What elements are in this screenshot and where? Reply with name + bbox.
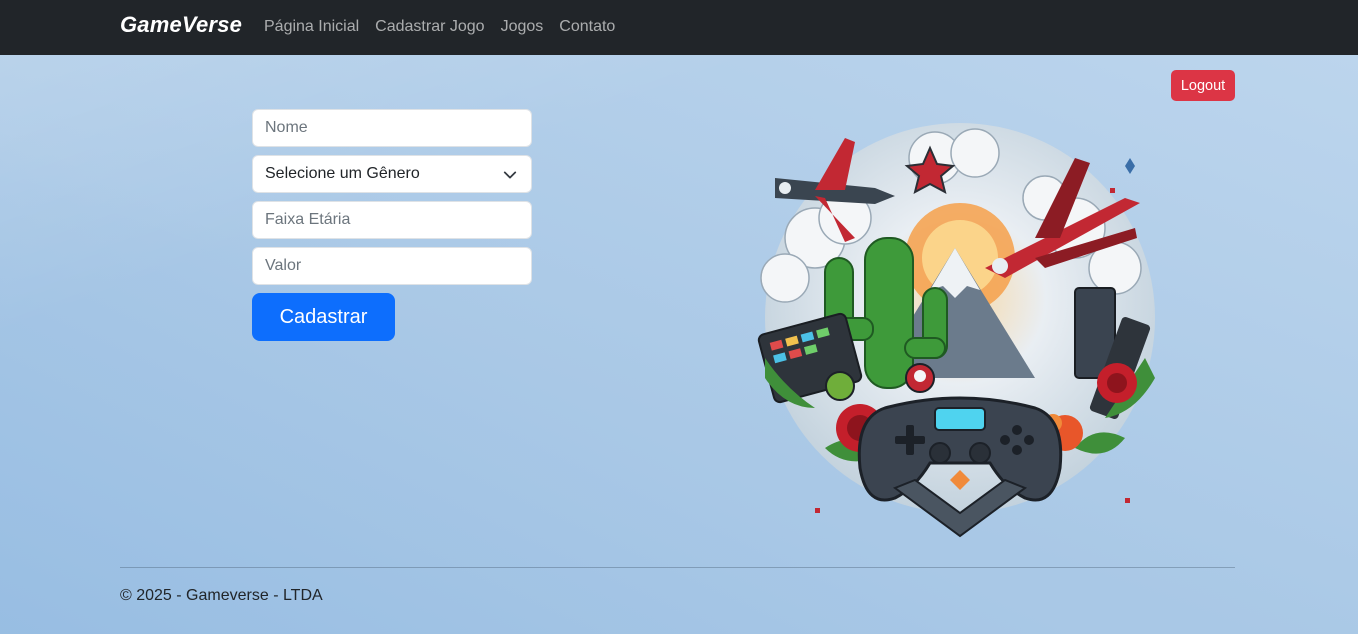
nav-links: Página Inicial Cadastrar Jogo Jogos Cont… [264, 18, 615, 36]
chevron-down-icon [503, 171, 517, 179]
name-input[interactable] [252, 109, 532, 147]
genre-select-value: Selecione um Gênero [265, 165, 420, 182]
brand-logo[interactable]: GameVerse [120, 12, 242, 38]
footer-copyright: © 2025 - Gameverse - LTDA [120, 587, 323, 604]
logout-button[interactable]: Logout [1171, 70, 1235, 101]
nav-link-register-game[interactable]: Cadastrar Jogo [375, 18, 484, 36]
footer-divider [120, 567, 1235, 568]
navbar: GameVerse Página Inicial Cadastrar Jogo … [0, 0, 1358, 55]
price-input[interactable] [252, 247, 532, 285]
nav-link-contact[interactable]: Contato [559, 18, 615, 36]
nav-link-home[interactable]: Página Inicial [264, 18, 359, 36]
submit-button[interactable]: Cadastrar [252, 293, 395, 341]
gaming-illustration [757, 123, 1155, 538]
game-register-form: Selecione um Gênero Cadastrar [252, 109, 532, 341]
age-rating-input[interactable] [252, 201, 532, 239]
nav-link-games[interactable]: Jogos [501, 18, 544, 36]
genre-select[interactable]: Selecione um Gênero [252, 155, 532, 193]
